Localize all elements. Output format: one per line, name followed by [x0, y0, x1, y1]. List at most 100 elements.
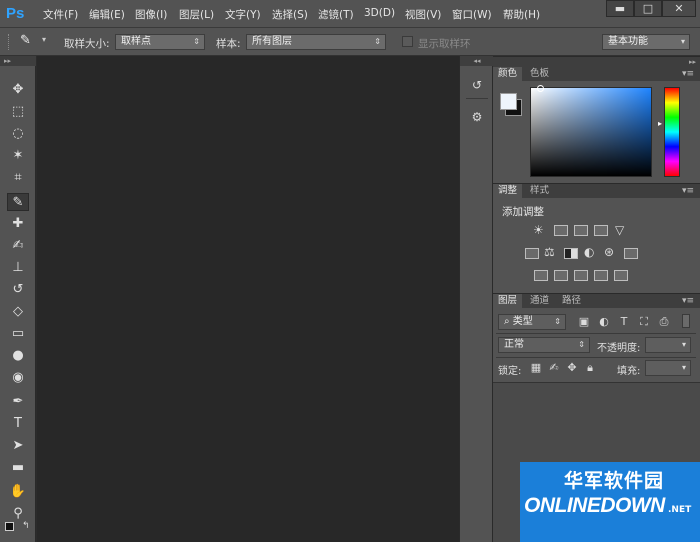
menu-edit[interactable]: 编辑(E)	[89, 7, 125, 22]
black-white-icon[interactable]	[564, 248, 578, 259]
filter-smart-object-icon[interactable]: ⎙	[657, 316, 671, 328]
menu-image[interactable]: 图像(I)	[135, 7, 167, 22]
adjustments-panel-tabs: 调整 样式 ▾≡	[493, 184, 700, 198]
menu-layer[interactable]: 图层(L)	[179, 7, 214, 22]
move-tool[interactable]: ✥	[7, 81, 29, 99]
panel-menu-icon[interactable]: ▾≡	[682, 67, 694, 81]
properties-panel-icon[interactable]: ⚙	[467, 108, 487, 126]
lock-pixels-brush-icon[interactable]: ✍	[547, 362, 561, 374]
menu-window[interactable]: 窗口(W)	[452, 7, 492, 22]
filter-adjustment-icon[interactable]: ◐	[597, 316, 611, 328]
filter-shape-icon[interactable]: ⛶	[637, 316, 651, 328]
color-lookup-icon[interactable]	[624, 248, 638, 259]
eraser-tool[interactable]: ◇	[7, 303, 29, 321]
path-selection-tool[interactable]: ➤	[7, 437, 29, 455]
tab-color[interactable]: 颜色	[493, 67, 523, 81]
marquee-tool[interactable]: ⬚	[7, 103, 29, 121]
lock-transparent-icon[interactable]: ▦	[529, 362, 543, 374]
dock-collapse-icon[interactable]: ◂◂	[460, 56, 494, 66]
chevron-down-icon: ▾	[681, 363, 686, 372]
panel-collapse-icon[interactable]: ▸▸	[493, 57, 700, 67]
toolbar-collapse-icon[interactable]: ▸▸	[0, 56, 36, 66]
chevron-updown-icon: ⇕	[193, 37, 200, 46]
sample-select[interactable]: 所有图层 ⇕	[246, 34, 386, 50]
sample-size-select[interactable]: 取样点 ⇕	[115, 34, 205, 50]
opacity-input[interactable]: ▾	[645, 337, 691, 353]
lock-all-icon[interactable]: 🔒︎	[583, 362, 597, 374]
menu-select[interactable]: 选择(S)	[272, 7, 308, 22]
filter-pixel-icon[interactable]: ▣	[577, 316, 591, 328]
history-panel-icon[interactable]: ↺	[467, 76, 487, 94]
lasso-tool[interactable]: ◌	[7, 125, 29, 143]
tab-channels[interactable]: 通道	[525, 294, 554, 308]
show-ring-checkbox[interactable]	[402, 36, 413, 47]
history-brush-tool[interactable]: ↺	[7, 281, 29, 299]
foreground-color-swatch[interactable]	[5, 522, 14, 531]
menu-3d[interactable]: 3D(D)	[364, 7, 395, 19]
layer-filter-select[interactable]: ⌕ 类型 ⇕	[498, 314, 566, 330]
blur-tool[interactable]: ●	[7, 347, 29, 365]
menu-type[interactable]: 文字(Y)	[225, 7, 261, 22]
panel-menu-icon[interactable]: ▾≡	[682, 294, 694, 308]
gradient-tool[interactable]: ▭	[7, 325, 29, 343]
dodge-tool[interactable]: ◉	[7, 369, 29, 387]
type-tool[interactable]: T	[7, 415, 29, 433]
brush-tool[interactable]: ✍	[7, 237, 29, 255]
levels-icon[interactable]	[554, 225, 568, 236]
preset-chevron-down-icon[interactable]: ▾	[42, 35, 46, 44]
fill-input[interactable]: ▾	[645, 360, 691, 376]
tab-swatches[interactable]: 色板	[525, 67, 554, 81]
toolbar: ▸▸ ✥ ⬚ ◌ ✶ ⌗ ✎ ✚ ✍ ⊥ ↺ ◇ ▭ ● ◉ ✒ T ➤ ▬ ✋ ⚲ ↰	[0, 56, 36, 542]
menu-view[interactable]: 视图(V)	[405, 7, 441, 22]
threshold-icon[interactable]	[574, 270, 588, 281]
workspace-value: 基本功能	[608, 36, 648, 47]
panel-menu-icon[interactable]: ▾≡	[682, 184, 694, 198]
posterize-icon[interactable]	[554, 270, 568, 281]
selective-color-icon[interactable]	[594, 270, 608, 281]
swap-colors-icon[interactable]: ↰	[22, 521, 30, 531]
maximize-button[interactable]: □	[634, 0, 662, 17]
pen-tool[interactable]: ✒	[7, 393, 29, 411]
hue-slider[interactable]	[664, 87, 680, 177]
healing-brush-tool[interactable]: ✚	[7, 215, 29, 233]
close-button[interactable]: ✕	[662, 0, 696, 17]
tab-paths[interactable]: 路径	[557, 294, 586, 308]
clone-stamp-tool[interactable]: ⊥	[7, 259, 29, 277]
eyedropper-tool[interactable]: ✎	[7, 193, 29, 211]
brightness-contrast-icon[interactable]: ☀	[533, 223, 544, 237]
hue-slider-handle-icon[interactable]: ▸	[658, 119, 662, 128]
tab-styles[interactable]: 样式	[525, 184, 554, 198]
tab-layers[interactable]: 图层	[493, 294, 523, 308]
lock-label: 锁定:	[498, 366, 522, 377]
blend-mode-select[interactable]: 正常 ⇕	[498, 337, 590, 353]
filter-type-icon[interactable]: T	[617, 316, 631, 328]
exposure-icon[interactable]	[594, 225, 608, 236]
options-bar: ✎ ▾ 取样大小: 取样点 ⇕ 样本: 所有图层 ⇕ 显示取样环 基本功能 ▾	[0, 28, 700, 56]
tab-adjustments[interactable]: 调整	[493, 184, 523, 198]
color-balance-icon[interactable]: ⚖	[544, 245, 555, 259]
filter-toggle-switch[interactable]	[682, 314, 690, 328]
lock-position-icon[interactable]: ✥	[565, 362, 579, 374]
rectangle-tool[interactable]: ▬	[7, 459, 29, 477]
menu-help[interactable]: 帮助(H)	[503, 7, 540, 22]
hue-saturation-icon[interactable]	[525, 248, 539, 259]
invert-icon[interactable]	[534, 270, 548, 281]
photo-filter-icon[interactable]: ◐	[584, 245, 594, 259]
curves-icon[interactable]	[574, 225, 588, 236]
hand-tool[interactable]: ✋	[7, 483, 29, 501]
foreground-color-swatch[interactable]	[500, 93, 517, 110]
gradient-map-icon[interactable]	[614, 270, 628, 281]
document-canvas-area[interactable]	[37, 56, 459, 542]
sample-size-label: 取样大小:	[64, 38, 110, 50]
workspace-select[interactable]: 基本功能 ▾	[602, 34, 690, 50]
color-field[interactable]	[530, 87, 652, 177]
eyedropper-preset-icon[interactable]: ✎	[20, 33, 34, 49]
crop-tool[interactable]: ⌗	[7, 169, 29, 187]
vibrance-icon[interactable]: ▽	[615, 223, 624, 237]
minimize-button[interactable]: ▬	[606, 0, 634, 17]
menu-file[interactable]: 文件(F)	[43, 7, 78, 22]
magic-wand-tool[interactable]: ✶	[7, 147, 29, 165]
onlinedown-watermark: 华军软件园 ONLINEDOWN .NET	[520, 462, 700, 542]
menu-filter[interactable]: 滤镜(T)	[318, 7, 354, 22]
channel-mixer-icon[interactable]: ⊛	[604, 245, 614, 259]
